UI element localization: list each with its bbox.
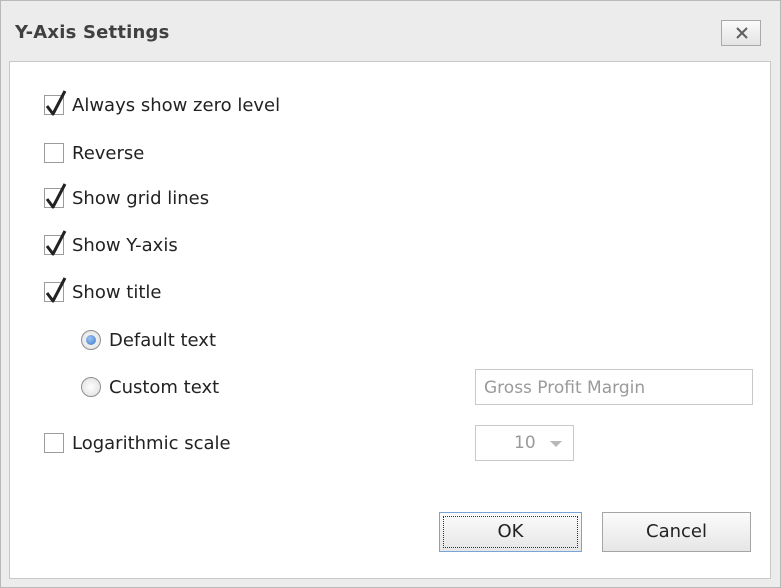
- log-base-dropdown[interactable]: 10: [475, 425, 574, 461]
- check-icon: [45, 277, 67, 303]
- dialog-title: Y-Axis Settings: [15, 22, 170, 43]
- show-grid-lines-option[interactable]: Show grid lines: [44, 183, 210, 211]
- close-button[interactable]: [721, 20, 761, 46]
- check-icon: [45, 183, 67, 209]
- close-icon: [736, 27, 748, 39]
- cancel-button[interactable]: Cancel: [602, 512, 751, 552]
- title-bar: Y-Axis Settings: [1, 1, 780, 61]
- always-show-zero-checkbox[interactable]: [44, 90, 67, 116]
- reverse-checkbox[interactable]: [44, 143, 64, 163]
- show-y-axis-checkbox[interactable]: [44, 230, 67, 256]
- custom-text-radio[interactable]: [81, 377, 101, 397]
- check-icon: [45, 230, 67, 256]
- logarithmic-scale-label: Logarithmic scale: [72, 432, 231, 454]
- logarithmic-scale-option[interactable]: Logarithmic scale: [44, 430, 231, 456]
- ok-button[interactable]: OK: [439, 512, 582, 552]
- log-base-value: 10: [514, 433, 536, 453]
- show-y-axis-option[interactable]: Show Y-axis: [44, 230, 178, 258]
- custom-title-input[interactable]: Gross Profit Margin: [475, 369, 753, 405]
- always-show-zero-label: Always show zero level: [72, 94, 281, 116]
- ok-button-label: OK: [497, 521, 524, 542]
- custom-title-value: Gross Profit Margin: [484, 378, 646, 398]
- logarithmic-scale-checkbox[interactable]: [44, 433, 64, 453]
- cancel-button-label: Cancel: [646, 521, 707, 542]
- custom-text-label: Custom text: [109, 376, 220, 398]
- default-text-radio[interactable]: [81, 330, 101, 350]
- show-y-axis-label: Show Y-axis: [72, 234, 178, 256]
- show-grid-lines-checkbox[interactable]: [44, 183, 67, 209]
- show-title-option[interactable]: Show title: [44, 277, 162, 305]
- reverse-label: Reverse: [72, 142, 145, 164]
- always-show-zero-option[interactable]: Always show zero level: [44, 90, 281, 118]
- default-text-option[interactable]: Default text: [81, 327, 216, 353]
- custom-text-option[interactable]: Custom text: [81, 374, 219, 400]
- default-text-label: Default text: [109, 329, 217, 351]
- show-title-label: Show title: [72, 281, 162, 303]
- show-grid-lines-label: Show grid lines: [72, 187, 210, 209]
- check-icon: [45, 90, 67, 116]
- y-axis-settings-dialog: Y-Axis Settings Always show zero level R…: [0, 0, 781, 588]
- ok-button-focus-rect: OK: [443, 516, 578, 548]
- radio-selected-dot: [86, 335, 96, 345]
- reverse-option[interactable]: Reverse: [44, 140, 144, 166]
- chevron-down-icon: [550, 441, 562, 447]
- dialog-body: Always show zero level Reverse Show grid…: [9, 61, 771, 579]
- show-title-checkbox[interactable]: [44, 277, 67, 303]
